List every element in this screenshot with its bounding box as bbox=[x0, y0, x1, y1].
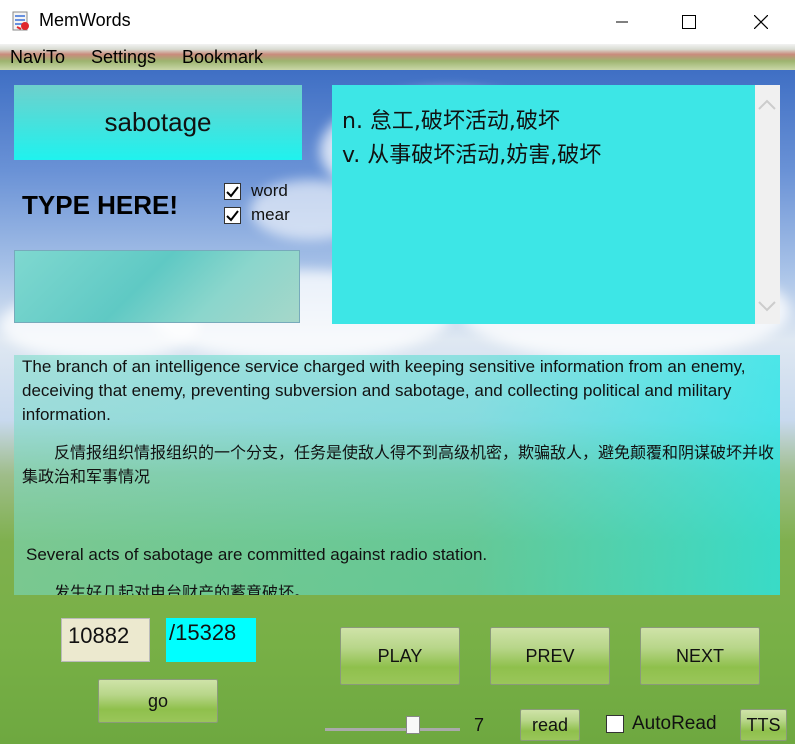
chevron-up-icon[interactable] bbox=[755, 93, 780, 117]
play-button[interactable]: PLAY bbox=[340, 627, 460, 685]
autoread-checkbox[interactable] bbox=[606, 715, 624, 733]
current-index-input[interactable]: 10882 bbox=[61, 618, 150, 662]
word-display: sabotage bbox=[14, 85, 302, 160]
checkmark-icon bbox=[226, 210, 239, 222]
type-here-label: TYPE HERE! bbox=[22, 190, 179, 220]
word-checkbox[interactable] bbox=[224, 183, 241, 200]
example-english: Several acts of sabotage are committed a… bbox=[26, 545, 488, 564]
prev-button[interactable]: PREV bbox=[490, 627, 610, 685]
typing-input[interactable] bbox=[14, 250, 300, 323]
next-button[interactable]: NEXT bbox=[640, 627, 760, 685]
window-title: MemWords bbox=[39, 10, 131, 30]
example-chinese: 反情报组织情报组织的一个分支，任务是使敌人得不到高级机密，欺骗敌人，避免颠覆和阴… bbox=[22, 443, 775, 486]
speed-slider-track[interactable] bbox=[325, 728, 460, 731]
app-icon bbox=[11, 10, 31, 32]
total-count: /15328 bbox=[166, 618, 256, 662]
close-button[interactable] bbox=[738, 0, 784, 44]
example-chinese: 发生好几起对电台财产的蓄意破坏。 bbox=[22, 583, 311, 595]
tts-button[interactable]: TTS bbox=[740, 709, 787, 741]
speed-value: 7 bbox=[474, 715, 485, 735]
menu-settings[interactable]: Settings bbox=[91, 47, 156, 68]
autoread-label: AutoRead bbox=[632, 713, 717, 734]
read-button[interactable]: read bbox=[520, 709, 580, 741]
minimize-button[interactable] bbox=[599, 0, 645, 44]
minimize-icon bbox=[616, 21, 628, 23]
menu-bar: NaviTo Settings Bookmark bbox=[0, 44, 795, 70]
word-checkbox-label: word bbox=[251, 181, 288, 200]
speed-slider-thumb[interactable] bbox=[406, 716, 420, 734]
title-bar: MemWords bbox=[0, 0, 795, 44]
example-english: The branch of an intelligence service ch… bbox=[22, 357, 746, 424]
close-icon bbox=[754, 15, 768, 29]
meaning-line: v. 从事破坏活动,妨害,破坏 bbox=[342, 143, 602, 168]
meaning-panel[interactable]: n. 怠工,破坏活动,破坏 v. 从事破坏活动,妨害,破坏 bbox=[332, 85, 780, 324]
maximize-icon bbox=[682, 15, 696, 29]
meaning-scrollbar[interactable] bbox=[755, 85, 780, 324]
meaning-checkbox-label: mear bbox=[251, 205, 290, 224]
go-button[interactable]: go bbox=[98, 679, 218, 723]
chevron-down-icon[interactable] bbox=[755, 294, 780, 318]
meaning-line: n. 怠工,破坏活动,破坏 bbox=[342, 109, 560, 134]
meaning-checkbox[interactable] bbox=[224, 207, 241, 224]
menu-bookmark[interactable]: Bookmark bbox=[182, 47, 263, 68]
menu-navito[interactable]: NaviTo bbox=[10, 47, 65, 68]
checkmark-icon bbox=[226, 186, 239, 198]
example-panel[interactable]: The branch of an intelligence service ch… bbox=[14, 355, 780, 595]
maximize-button[interactable] bbox=[666, 0, 712, 44]
